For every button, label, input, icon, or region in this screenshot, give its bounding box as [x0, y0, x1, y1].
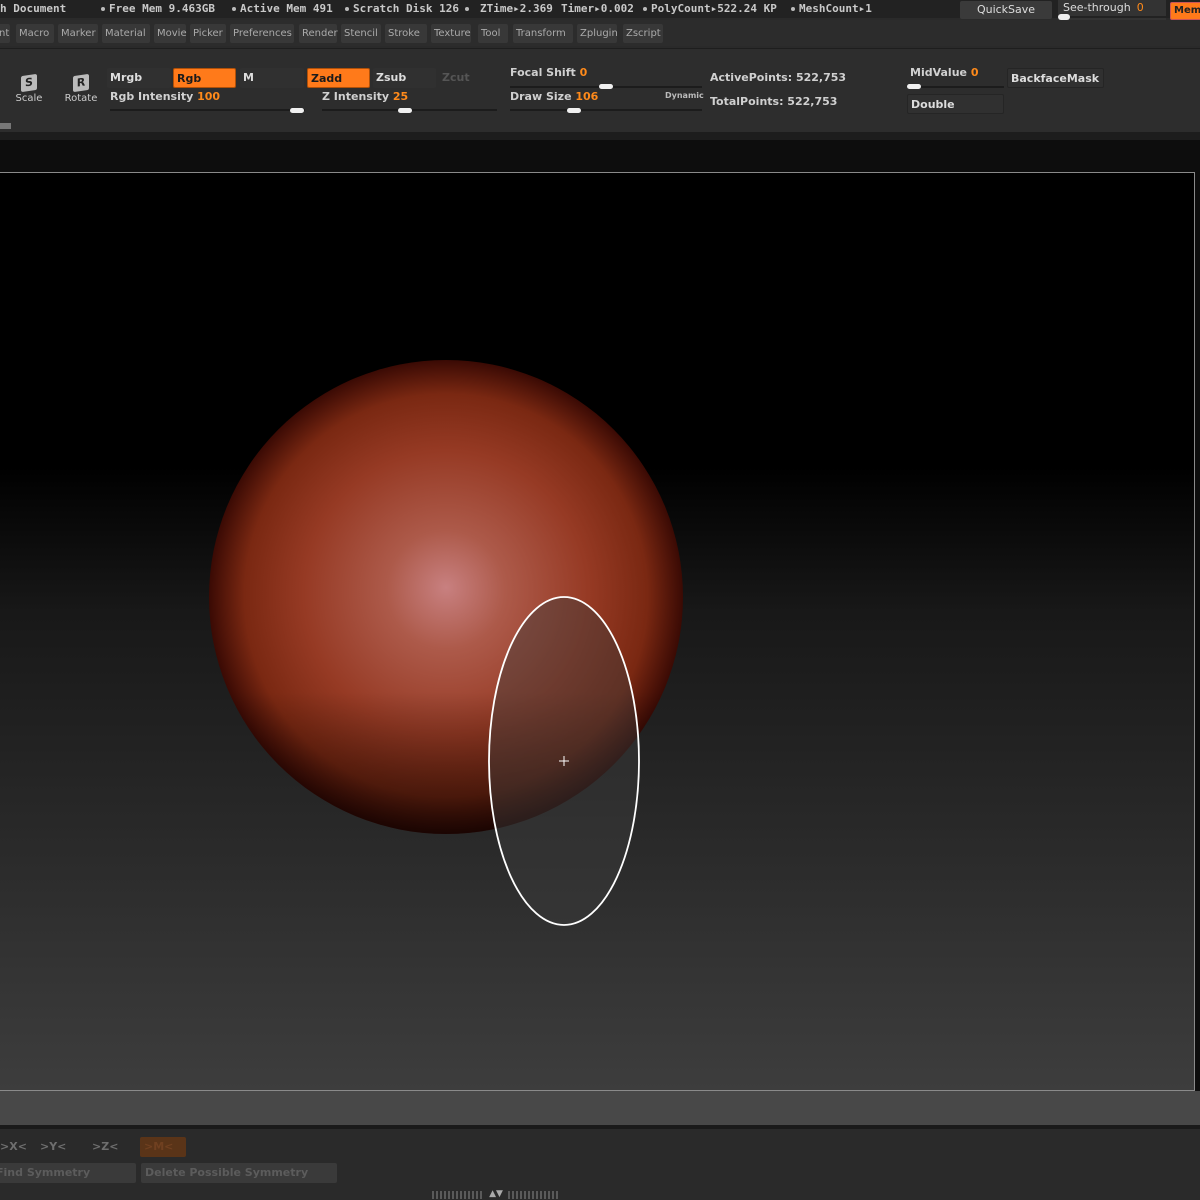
- menu-item-transform[interactable]: Transform: [513, 24, 573, 43]
- scale-icon: S: [21, 73, 37, 93]
- menu-item-nt[interactable]: nt: [0, 24, 10, 43]
- bottom-tray: >X< >Y< >Z< >M< Find Symmetry Delete Pos…: [0, 1125, 1200, 1200]
- rgb-button[interactable]: Rgb: [173, 68, 236, 88]
- scratch-disk-readout: Scratch Disk 126: [345, 2, 473, 15]
- ztime-readout: ZTime▸2.369: [480, 2, 553, 15]
- see-through-slider[interactable]: See-through 0: [1058, 0, 1166, 20]
- menu-item-texture[interactable]: Texture: [431, 24, 471, 43]
- symmetry-y-button[interactable]: >Y<: [40, 1137, 70, 1157]
- m-button[interactable]: M: [240, 68, 304, 88]
- draw-size-label: Draw Size 106: [510, 90, 599, 103]
- find-symmetry-button[interactable]: Find Symmetry: [0, 1163, 136, 1183]
- menu-item-material[interactable]: Material: [102, 24, 150, 43]
- midvalue-knob[interactable]: [907, 84, 921, 89]
- focal-shift-value: 0: [579, 66, 588, 79]
- symmetry-x-button[interactable]: >X<: [0, 1137, 27, 1157]
- viewport-bottom-strip: [0, 1091, 1200, 1125]
- meshcount-readout: MeshCount▸1: [791, 2, 872, 15]
- menu-item-render[interactable]: Render: [299, 24, 338, 43]
- menu-item-stroke[interactable]: Stroke: [385, 24, 427, 43]
- focal-shift-label: Focal Shift 0: [510, 66, 588, 79]
- menu-item-picker[interactable]: Picker: [190, 24, 226, 43]
- menu-item-movie[interactable]: Movie: [154, 24, 187, 43]
- z-intensity-knob[interactable]: [398, 108, 412, 113]
- tray-resize-handle[interactable]: ▲▼: [432, 1189, 560, 1199]
- rgb-intensity-knob[interactable]: [290, 108, 304, 113]
- double-button[interactable]: Double: [907, 94, 1004, 114]
- rotate-label: Rotate: [64, 93, 98, 104]
- midvalue-label: MidValue 0: [910, 66, 979, 79]
- symmetry-m-button[interactable]: >M<: [140, 1137, 186, 1157]
- timer-readout: Timer▸0.002: [561, 2, 634, 15]
- rotate-button[interactable]: R Rotate: [64, 73, 98, 104]
- midvalue-value: 0: [970, 66, 979, 79]
- collapse-arrows-icon[interactable]: ▲▼: [484, 1189, 508, 1199]
- menu-item-macro[interactable]: Macro: [16, 24, 54, 43]
- menu-item-preferences[interactable]: Preferences: [230, 24, 294, 43]
- menu-item-stencil[interactable]: Stencil: [341, 24, 381, 43]
- memory-button[interactable]: Memo: [1170, 2, 1200, 20]
- shelf-scroll-handle[interactable]: [0, 123, 11, 129]
- zsub-button[interactable]: Zsub: [373, 68, 436, 88]
- menu-item-tool[interactable]: Tool: [478, 24, 508, 43]
- free-mem-readout: Free Mem 9.463GB: [101, 2, 215, 15]
- midvalue-track: [907, 86, 1004, 88]
- draw-size-track: [510, 109, 702, 111]
- polycount-readout: PolyCount▸522.24 KP: [643, 2, 777, 15]
- active-mem-readout: Active Mem 491: [232, 2, 333, 15]
- see-through-label: See-through 0: [1063, 1, 1144, 14]
- rgb-intensity-label: Rgb Intensity 100: [110, 90, 221, 103]
- symmetry-z-button[interactable]: >Z<: [92, 1137, 122, 1157]
- quicksave-button[interactable]: QuickSave: [960, 1, 1052, 19]
- menu-item-zscript[interactable]: Zscript: [623, 24, 663, 43]
- backface-mask-button[interactable]: BackfaceMask: [1007, 68, 1104, 88]
- brush-cursor: [488, 596, 640, 926]
- rgb-intensity-track: [110, 109, 305, 111]
- total-points-readout: TotalPoints: 522,753: [710, 95, 838, 108]
- zcut-button[interactable]: Zcut: [439, 68, 499, 88]
- scale-button[interactable]: S Scale: [14, 73, 44, 104]
- draw-size-knob[interactable]: [567, 108, 581, 113]
- dynamic-toggle[interactable]: Dynamic: [665, 91, 704, 100]
- z-intensity-label: Z Intensity 25: [322, 90, 409, 103]
- rgb-intensity-value: 100: [197, 90, 221, 103]
- menu-item-marker[interactable]: Marker: [58, 24, 98, 43]
- document-title: h Document: [0, 2, 67, 15]
- zadd-button[interactable]: Zadd: [307, 68, 370, 88]
- menu-item-zplugin[interactable]: Zplugin: [577, 24, 618, 43]
- rotate-icon: R: [73, 73, 89, 93]
- mrgb-button[interactable]: Mrgb: [107, 68, 171, 88]
- tool-shelf: S Scale R Rotate Mrgb Rgb M Zadd Zsub Zc…: [0, 48, 1200, 133]
- document-viewport[interactable]: [0, 172, 1195, 1091]
- see-through-track: [1058, 16, 1166, 18]
- delete-symmetry-button[interactable]: Delete Possible Symmetry: [141, 1163, 337, 1183]
- focal-shift-knob[interactable]: [599, 84, 613, 89]
- z-intensity-value: 25: [392, 90, 409, 103]
- viewport-scene: [209, 360, 683, 926]
- scale-label: Scale: [15, 93, 43, 104]
- draw-size-value: 106: [575, 90, 599, 103]
- active-points-readout: ActivePoints: 522,753: [710, 71, 847, 84]
- menu-bar: nt Macro Marker Material Movie Picker Preferen…: [0, 20, 1200, 46]
